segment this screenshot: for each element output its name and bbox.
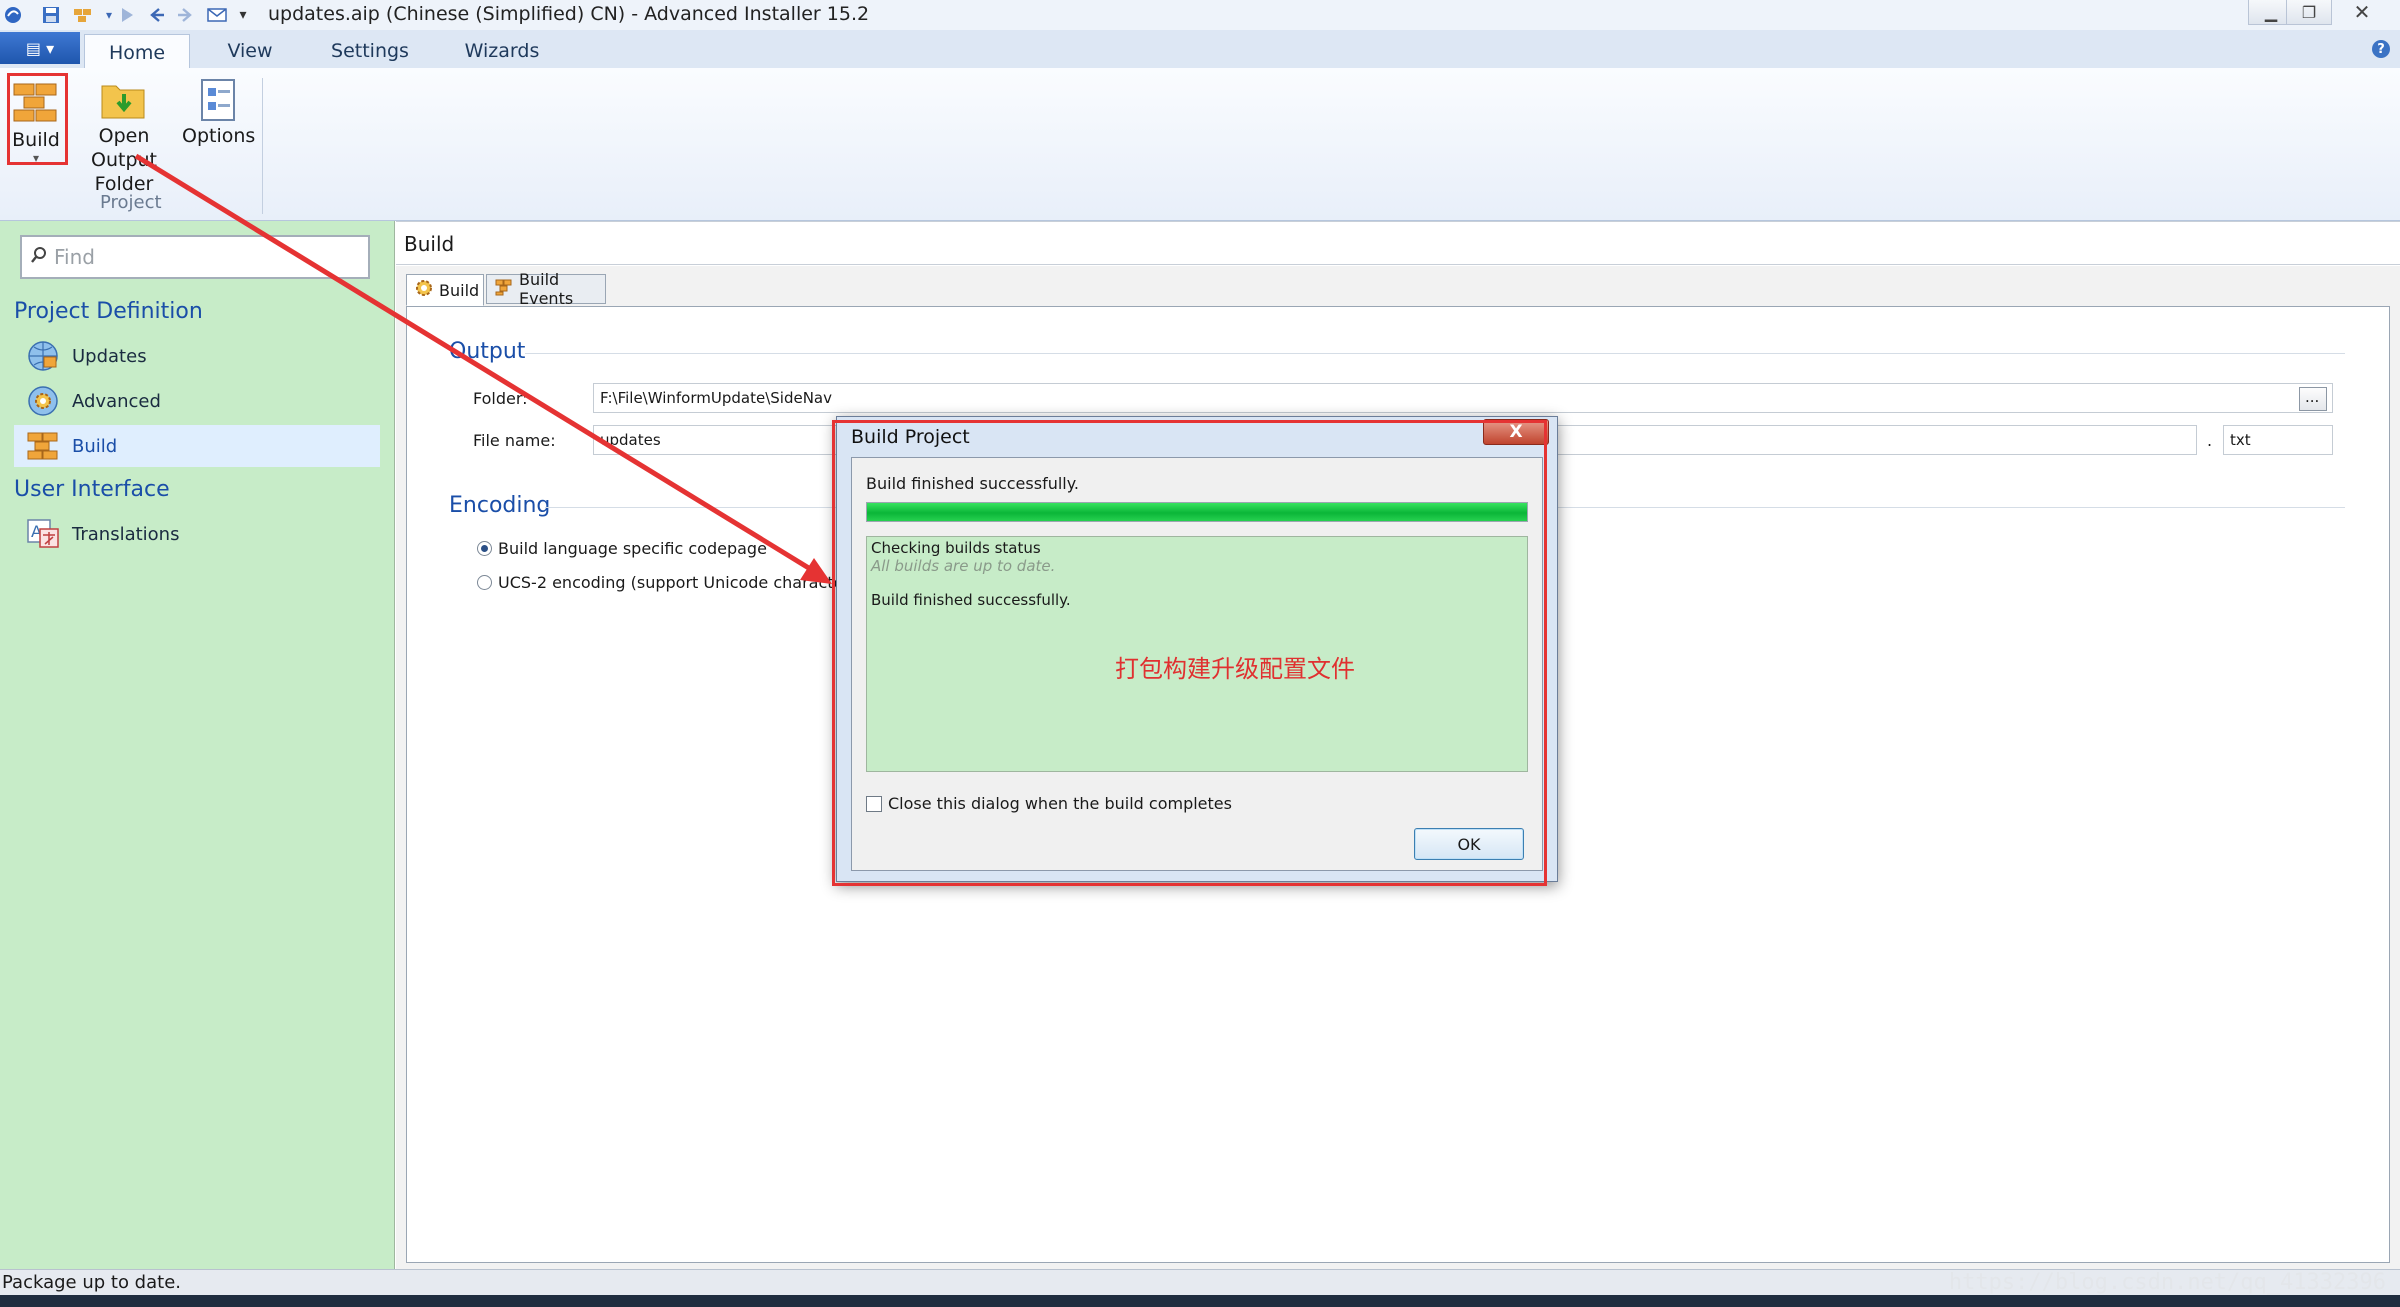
close-window-button[interactable]: ✕: [2340, 0, 2384, 24]
ribbon-panel: Build ▾ Open Output Folder Options Proje…: [0, 68, 2400, 221]
ribbon-group-label: Project: [100, 192, 162, 213]
title-bar: ▾ ▾ updates.aip (Chinese (Simplified) CN…: [0, 0, 2400, 31]
status-bar: Package up to date. https://blog.csdn.ne…: [0, 1269, 2400, 1295]
tab-wizards[interactable]: Wizards: [450, 34, 554, 68]
page-title: Build: [396, 221, 2400, 265]
save-icon[interactable]: [40, 4, 62, 26]
watermark: https://blog.csdn.net/qq_41332396: [1948, 1270, 2386, 1295]
radio-indicator: [477, 575, 492, 590]
section-encoding-title: Encoding: [449, 493, 551, 518]
folder-field[interactable]: F:\File\WinformUpdate\SideNav: [593, 383, 2333, 413]
radio-language-codepage[interactable]: Build language specific codepage: [477, 539, 767, 558]
app-logo-icon[interactable]: [2, 4, 24, 26]
gear-icon: [415, 279, 433, 301]
bricks-icon: [495, 278, 513, 300]
extension-dot: .: [2207, 431, 2213, 450]
bricks-icon: [26, 429, 60, 463]
file-name-label: File name:: [473, 431, 556, 450]
back-icon[interactable]: [146, 4, 168, 26]
sidebar-item-translations[interactable]: A Translations: [14, 513, 380, 555]
section-output-title: Output: [449, 339, 526, 364]
open-output-label-1: Open Output: [91, 125, 157, 171]
find-input[interactable]: Find: [54, 245, 95, 269]
globe-icon: [26, 339, 60, 373]
app-menu-icon: ▤ ▾: [25, 38, 55, 58]
browse-folder-button[interactable]: ...: [2299, 387, 2327, 411]
radio-indicator: [477, 541, 492, 556]
help-icon[interactable]: ?: [2372, 40, 2390, 58]
ribbon-tab-bar: ▤ ▾ Home View Settings Wizards ?: [0, 30, 2400, 70]
application-menu-button[interactable]: ▤ ▾: [0, 32, 80, 64]
options-button[interactable]: Options: [182, 78, 256, 148]
restore-button[interactable]: ❐: [2286, 0, 2332, 25]
status-text: Package up to date.: [2, 1272, 181, 1293]
sidebar-item-label: Advanced: [72, 390, 161, 412]
build-icon[interactable]: [72, 4, 94, 26]
ribbon-group-separator: [262, 78, 263, 214]
minimize-icon: ▁: [2264, 2, 2278, 22]
section-divider: [525, 353, 2345, 354]
folder-open-icon: [100, 78, 148, 122]
gear-globe-icon: [26, 384, 60, 418]
tab-label: Build: [439, 280, 480, 300]
tab-home[interactable]: Home: [84, 34, 190, 70]
run-icon[interactable]: [116, 4, 138, 26]
folder-label: Folder:: [473, 389, 528, 408]
open-output-folder-button[interactable]: Open Output Folder: [66, 78, 182, 196]
sidebar-item-updates[interactable]: Updates: [14, 335, 380, 377]
options-label: Options: [182, 125, 256, 147]
sidebar-item-advanced[interactable]: Advanced: [14, 380, 380, 422]
translate-icon: A: [26, 517, 60, 551]
tab-view[interactable]: View: [210, 34, 290, 68]
find-box[interactable]: Find: [20, 235, 370, 279]
restore-icon: ❐: [2301, 2, 2317, 22]
forward-icon[interactable]: [174, 4, 196, 26]
tab-build-events[interactable]: Build Events: [486, 270, 606, 308]
mail-icon[interactable]: [206, 4, 228, 26]
section-project-definition: Project Definition: [14, 299, 203, 324]
tab-build[interactable]: Build: [406, 274, 484, 306]
sidebar-item-build[interactable]: Build: [14, 425, 380, 467]
sidebar-item-label: Build: [72, 435, 118, 457]
extension-field[interactable]: txt: [2223, 425, 2333, 455]
project-sidebar: Find Project Definition Updates Advanced…: [0, 221, 395, 1269]
search-icon: [30, 245, 48, 269]
sidebar-item-label: Translations: [72, 523, 180, 545]
tab-settings[interactable]: Settings: [318, 34, 422, 68]
radio-label: Build language specific codepage: [498, 539, 767, 558]
close-icon: ✕: [2353, 0, 2371, 24]
section-user-interface: User Interface: [14, 477, 170, 502]
sidebar-item-label: Updates: [72, 345, 147, 367]
annotation-box-build: [7, 73, 68, 165]
taskbar: [0, 1295, 2400, 1307]
window-title: updates.aip (Chinese (Simplified) CN) - …: [268, 3, 870, 25]
annotation-box-dialog: [832, 420, 1547, 886]
tab-label: Build Events: [519, 270, 574, 308]
customize-dropdown-icon[interactable]: ▾: [232, 4, 254, 26]
options-icon: [196, 78, 240, 122]
